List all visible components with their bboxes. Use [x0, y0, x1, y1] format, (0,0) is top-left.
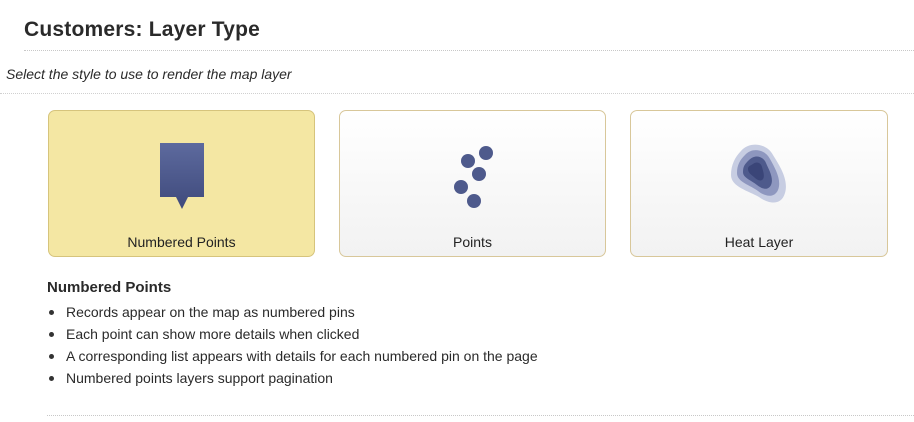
- list-item: Numbered points layers support paginatio…: [47, 367, 538, 389]
- list-item-text: Each point can show more details when cl…: [66, 326, 360, 342]
- description-title: Numbered Points: [47, 279, 172, 296]
- option-numbered-points[interactable]: Numbered Points: [48, 110, 315, 257]
- option-heat-layer[interactable]: Heat Layer: [630, 110, 888, 257]
- description-list: Records appear on the map as numbered pi…: [47, 301, 538, 389]
- panel-title: Customers: Layer Type: [24, 18, 261, 41]
- points-cluster-icon: [433, 137, 513, 217]
- bullet-icon: [49, 310, 54, 315]
- list-item: Each point can show more details when cl…: [47, 323, 538, 345]
- bullet-icon: [49, 332, 54, 337]
- list-item-text: Records appear on the map as numbered pi…: [66, 304, 355, 320]
- subtitle-divider: [0, 93, 914, 94]
- option-label: Numbered Points: [127, 234, 236, 250]
- option-label: Points: [453, 234, 492, 250]
- bullet-icon: [49, 376, 54, 381]
- bullet-icon: [49, 354, 54, 359]
- option-label: Heat Layer: [724, 234, 794, 250]
- list-item-text: A corresponding list appears with detail…: [66, 348, 538, 364]
- numbered-pin-icon: [142, 137, 222, 217]
- list-item-text: Numbered points layers support paginatio…: [66, 370, 333, 386]
- option-points[interactable]: Points: [339, 110, 606, 257]
- panel-subtitle: Select the style to use to render the ma…: [6, 66, 292, 82]
- heat-layer-icon: [719, 137, 799, 217]
- layer-type-panel: Customers: Layer Type Select the style t…: [0, 0, 914, 422]
- list-item: A corresponding list appears with detail…: [47, 345, 538, 367]
- list-item: Records appear on the map as numbered pi…: [47, 301, 538, 323]
- title-divider: [24, 50, 914, 51]
- bottom-divider: [47, 415, 914, 416]
